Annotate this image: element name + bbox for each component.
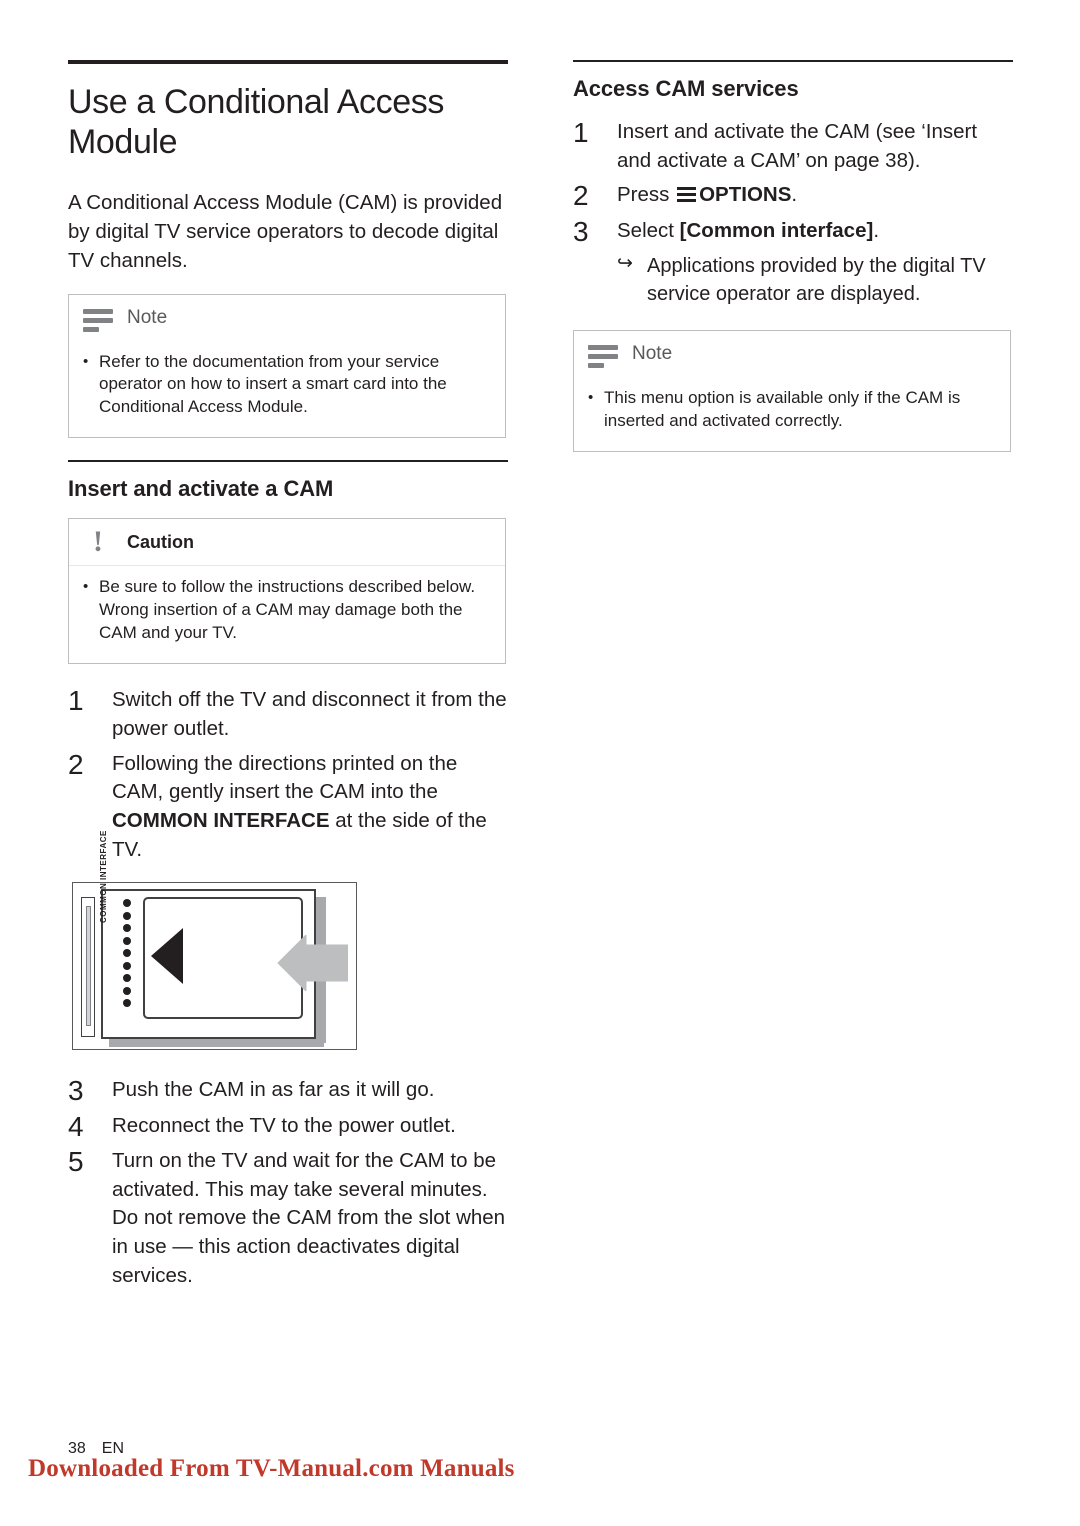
common-interface-label: COMMON INTERFACE bbox=[99, 830, 108, 924]
insert-arrow-icon bbox=[258, 934, 349, 993]
steps-list-insert-cont: 3 Push the CAM in as far as it will go. … bbox=[68, 1076, 508, 1290]
step-text: Turn on the TV and wait for the CAM to b… bbox=[112, 1149, 506, 1287]
note-callout-header: Note bbox=[574, 331, 1010, 377]
step-text-after: . bbox=[791, 183, 798, 207]
step-text-before: Select bbox=[617, 218, 680, 242]
step-number: 1 bbox=[68, 685, 84, 717]
connector-dots bbox=[123, 899, 135, 1017]
steps-list-insert: 1 Switch off the TV and disconnect it fr… bbox=[68, 686, 508, 864]
step-text: Insert and activate the CAM (see ‘Insert… bbox=[617, 120, 978, 172]
step-number: 4 bbox=[68, 1110, 84, 1142]
note-callout-body: • Refer to the documentation from your s… bbox=[69, 341, 505, 438]
note-callout-header: Note bbox=[69, 295, 505, 341]
steps-list-access: 1 Insert and activate the CAM (see ‘Inse… bbox=[573, 118, 1013, 308]
step-text: Press OPTIONS. bbox=[617, 181, 797, 210]
bullet-icon: • bbox=[83, 578, 89, 596]
step-number: 3 bbox=[573, 215, 589, 247]
caution-item: • Be sure to follow the instructions des… bbox=[83, 576, 491, 645]
step-item: 5 Turn on the TV and wait for the CAM to… bbox=[68, 1147, 508, 1290]
step-text-bold: COMMON INTERFACE bbox=[112, 808, 330, 832]
caution-icon: ! bbox=[93, 525, 103, 559]
note-callout-title: Note bbox=[127, 306, 168, 328]
step-item: 3 Select [Common interface]. bbox=[573, 215, 1013, 247]
note-icon bbox=[77, 301, 119, 335]
step-item: 1 Switch off the TV and disconnect it fr… bbox=[68, 686, 508, 743]
note-icon bbox=[582, 337, 624, 371]
note-callout-right: Note • This menu option is available onl… bbox=[573, 330, 1011, 453]
section-rule bbox=[68, 460, 508, 463]
step-text-bold: [Common interface] bbox=[679, 218, 874, 242]
title-rule bbox=[68, 60, 508, 64]
step-number: 5 bbox=[68, 1146, 84, 1178]
step-item: 4 Reconnect the TV to the power outlet. bbox=[68, 1110, 508, 1142]
note-item: • This menu option is available only if … bbox=[588, 387, 996, 433]
slot-inner bbox=[86, 906, 91, 1027]
step-text: Switch off the TV and disconnect it from… bbox=[112, 688, 507, 740]
note-callout-body: • This menu option is available only if … bbox=[574, 377, 1010, 451]
left-column: Use a Conditional Access Module A Condit… bbox=[68, 60, 508, 1297]
step-text: Push the CAM in as far as it will go. bbox=[112, 1078, 435, 1102]
step-text: Following the directions printed on the … bbox=[112, 750, 508, 865]
caution-callout-body: • Be sure to follow the instructions des… bbox=[69, 566, 505, 663]
step-item: 1 Insert and activate the CAM (see ‘Inse… bbox=[573, 118, 1013, 175]
intro-paragraph: A Conditional Access Module (CAM) is pro… bbox=[68, 191, 503, 273]
note-item-text: This menu option is available only if th… bbox=[604, 388, 961, 431]
step-number: 2 bbox=[573, 180, 589, 212]
download-watermark: Downloaded From TV-Manual.com Manuals bbox=[28, 1455, 515, 1482]
manual-page: Use a Conditional Access Module A Condit… bbox=[0, 0, 1080, 1526]
options-icon bbox=[677, 186, 697, 203]
tv-shadow-bottom bbox=[109, 1039, 324, 1048]
step-number: 1 bbox=[573, 117, 589, 148]
section-title-insert-cam: Insert and activate a CAM bbox=[68, 476, 334, 502]
bullet-icon: • bbox=[588, 389, 594, 407]
step-text-after: . bbox=[873, 218, 880, 242]
note-item-text: Refer to the documentation from your ser… bbox=[99, 351, 447, 417]
caution-item-text: Be sure to follow the instructions descr… bbox=[99, 577, 476, 643]
step-number: 3 bbox=[68, 1075, 84, 1107]
substep-item: ↪ Applications provided by the digital T… bbox=[617, 252, 1013, 308]
direction-triangle-icon bbox=[151, 928, 183, 985]
bullet-icon: • bbox=[83, 352, 89, 370]
step-text: Reconnect the TV to the power outlet. bbox=[112, 1113, 456, 1137]
step-item: 2 Following the directions printed on th… bbox=[68, 749, 508, 865]
common-interface-slot bbox=[81, 897, 95, 1038]
step-item: 2 Press OPTIONS. bbox=[573, 180, 1013, 212]
substep-text: Applications provided by the digital TV … bbox=[647, 255, 986, 306]
caution-callout: ! Caution • Be sure to follow the instru… bbox=[68, 518, 506, 665]
caution-callout-header: ! Caution bbox=[69, 519, 505, 567]
caution-callout-title: Caution bbox=[127, 531, 194, 552]
substep-arrow-icon: ↪ bbox=[617, 253, 633, 275]
note-callout-title: Note bbox=[632, 343, 673, 365]
step-text-before: Following the directions printed on the … bbox=[112, 751, 458, 804]
step-item: 3 Push the CAM in as far as it will go. bbox=[68, 1075, 508, 1107]
right-column: Access CAM services 1 Insert and activat… bbox=[573, 60, 1013, 474]
note-item: • Refer to the documentation from your s… bbox=[83, 351, 491, 420]
step-text: Select [Common interface]. bbox=[617, 217, 879, 246]
step-text-bold: OPTIONS bbox=[699, 183, 792, 207]
section-title-access-cam: Access CAM services bbox=[573, 76, 799, 101]
step-text-before: Press bbox=[617, 183, 676, 207]
note-callout: Note • Refer to the documentation from y… bbox=[68, 293, 506, 439]
right-title-rule bbox=[573, 60, 1013, 62]
page-title: Use a Conditional Access Module bbox=[68, 83, 444, 162]
cam-insertion-illustration: COMMON INTERFACE bbox=[72, 830, 357, 1051]
